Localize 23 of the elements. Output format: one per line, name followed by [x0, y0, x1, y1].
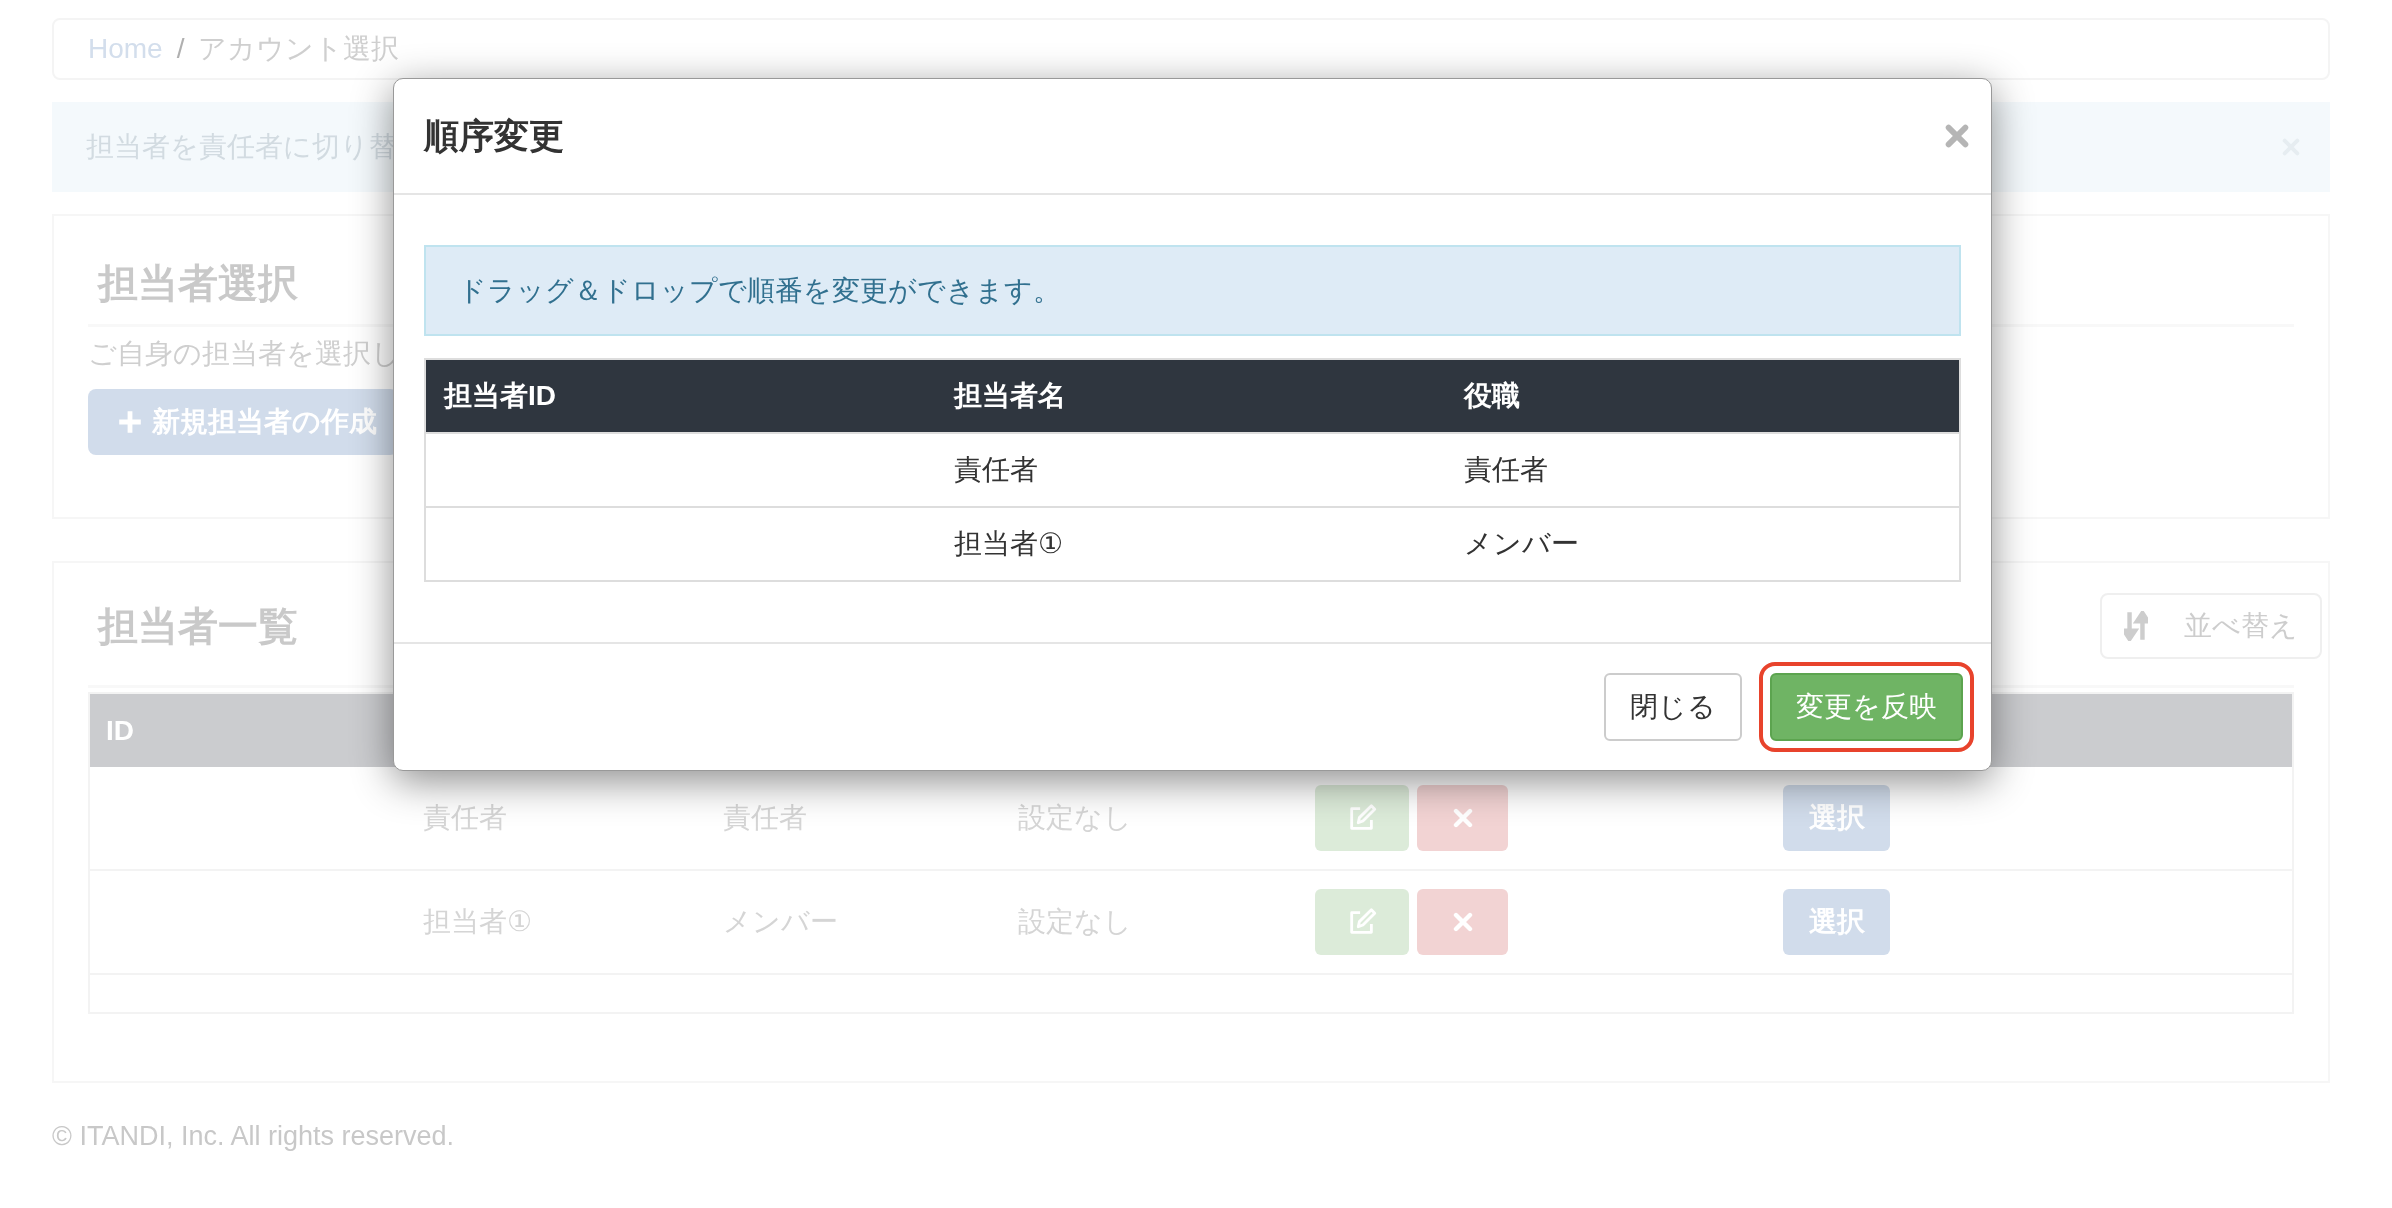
edit-button[interactable]: [1315, 785, 1409, 851]
close-icon: [1452, 912, 1473, 932]
close-button[interactable]: 閉じる: [1604, 673, 1742, 741]
table-cell: 責任者: [1446, 432, 1959, 506]
delete-button[interactable]: [1417, 889, 1508, 955]
info-message: ドラッグ＆ドロップで順番を変更ができます。: [424, 245, 1961, 336]
plus-icon: [118, 410, 142, 434]
table-cell: メンバー: [1446, 506, 1959, 580]
edit-button[interactable]: [1315, 889, 1409, 955]
apply-button[interactable]: 変更を反映: [1770, 673, 1963, 741]
delete-button[interactable]: [1417, 785, 1508, 851]
edit-icon: [1347, 907, 1377, 937]
edit-icon: [1347, 803, 1377, 833]
dialog-title: 順序変更: [424, 114, 564, 157]
column-header: 役職: [1446, 360, 1959, 432]
breadcrumb-separator: /: [176, 33, 185, 65]
sort-icon: [2124, 611, 2148, 641]
column-header: 担当者名: [936, 360, 1446, 432]
column-header: 担当者ID: [426, 360, 936, 432]
close-button[interactable]: [1945, 124, 1969, 148]
close-icon: [1452, 808, 1473, 828]
table-cell: 担当者①: [936, 506, 1446, 580]
table-cell: 責任者: [936, 432, 1446, 506]
